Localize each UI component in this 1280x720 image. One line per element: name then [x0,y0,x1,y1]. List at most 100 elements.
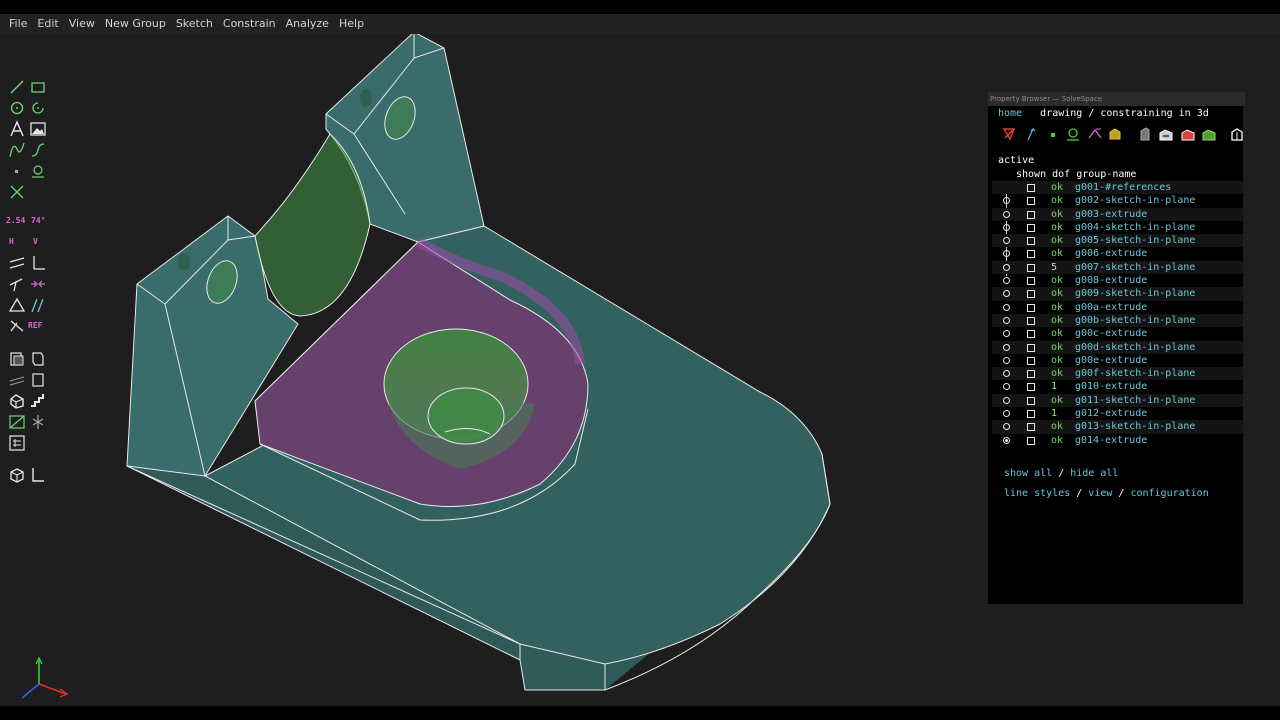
group-row[interactable]: ok g008-extrude [992,274,1243,287]
on-point-icon[interactable] [8,275,26,293]
group-name-link[interactable]: g00d-sketch-in-plane [1075,341,1195,354]
active-group-radio[interactable] [1003,423,1010,431]
group-row[interactable]: ok g002-sketch-in-plane [992,194,1243,207]
active-group-radio[interactable] [1003,210,1010,218]
active-group-radio[interactable] [1003,237,1010,245]
point-icon[interactable] [8,162,26,180]
parallel-icon[interactable] [8,254,26,272]
shown-checkbox[interactable] [1027,316,1035,325]
equal-icon[interactable] [8,296,26,314]
menu-analyze[interactable]: Analyze [281,14,334,34]
show-construction-icon[interactable] [1065,126,1081,142]
show-constraints-icon[interactable] [1087,126,1103,142]
configuration-link[interactable]: configuration [1130,488,1208,499]
group-row[interactable]: ok g00a-extrude [992,301,1243,314]
shown-checkbox[interactable] [1027,277,1035,286]
group-name-link[interactable]: g004-sketch-in-plane [1075,221,1195,234]
workplane-icon[interactable] [29,162,47,180]
show-edges-icon[interactable] [1158,126,1174,142]
active-group-radio[interactable] [1003,383,1010,391]
show-mesh-icon[interactable] [1201,126,1217,142]
active-group-radio[interactable] [1003,343,1010,351]
home-link[interactable]: home [998,108,1022,119]
show-outlines-icon[interactable] [1180,126,1196,142]
image-icon[interactable] [29,120,47,138]
view-link[interactable]: view [1088,488,1112,499]
nearest-iso-icon[interactable] [8,434,26,452]
group-name-link[interactable]: g010-extrude [1075,380,1147,393]
group-name-link[interactable]: g012-extrude [1075,407,1147,420]
shown-checkbox[interactable] [1027,210,1035,219]
symmetric-icon[interactable] [29,275,47,293]
active-group-radio[interactable] [1003,370,1010,378]
step-translate-icon[interactable] [29,392,47,410]
group-row[interactable]: ok g014-extrude [992,434,1243,447]
group-name-link[interactable]: g00c-extrude [1075,327,1147,340]
active-group-radio[interactable] [1003,396,1010,404]
line-icon[interactable] [8,78,26,96]
sweep-icon[interactable] [8,371,26,389]
shown-checkbox[interactable] [1027,303,1035,312]
active-group-radio[interactable] [1003,316,1010,324]
active-group-radio[interactable] [1003,410,1010,418]
group-name-link[interactable]: g00a-extrude [1075,301,1147,314]
group-row[interactable]: 5 g007-sketch-in-plane [992,260,1243,275]
workplane-group-icon[interactable] [8,413,26,431]
group-row[interactable]: ok g011-sketch-in-plane [992,393,1243,408]
text-icon[interactable] [8,120,26,138]
menu-view[interactable]: View [64,14,100,34]
group-name-link[interactable]: g013-sketch-in-plane [1075,420,1195,433]
step-rotate-icon[interactable] [8,392,26,410]
helix-icon[interactable] [29,371,47,389]
rectangle-icon[interactable] [29,78,47,96]
tangent-icon[interactable] [29,296,47,314]
shown-checkbox[interactable] [1027,396,1035,405]
show-hidden-icon[interactable] [1229,126,1245,142]
reference-icon[interactable] [8,317,26,335]
extrude-icon[interactable] [8,350,26,368]
angle-dim-icon[interactable]: 74° [31,212,45,230]
active-group-radio[interactable] [1003,303,1010,311]
show-shaded-icon[interactable] [1137,126,1153,142]
active-group-radio[interactable] [1003,436,1010,444]
circle-icon[interactable] [8,99,26,117]
group-row[interactable]: 1 g010-extrude [992,380,1243,393]
group-name-link[interactable]: g008-extrude [1075,274,1147,287]
group-row[interactable]: ok g004-sketch-in-plane [992,221,1243,234]
show-points-icon[interactable] [1045,126,1061,142]
shown-checkbox[interactable] [1027,356,1035,365]
shown-checkbox[interactable] [1027,370,1035,379]
shown-checkbox[interactable] [1027,197,1035,206]
group-row[interactable]: ok g003-extrude [992,207,1243,221]
shown-checkbox[interactable] [1027,290,1035,299]
group-row[interactable]: ok g00b-sketch-in-plane [992,313,1243,328]
shown-checkbox[interactable] [1027,250,1035,259]
group-row[interactable]: ok g001-#references [992,181,1243,195]
active-group-radio[interactable] [1003,250,1010,258]
menu-help[interactable]: Help [334,14,369,34]
active-group-radio[interactable] [1003,356,1010,364]
group-row[interactable]: 1 g012-extrude [992,407,1243,420]
menu-edit[interactable]: Edit [32,14,63,34]
shown-checkbox[interactable] [1027,410,1035,419]
menu-file[interactable]: File [0,14,32,34]
show-all-link[interactable]: show all [1004,468,1052,479]
perpendicular-icon[interactable] [29,254,47,272]
hide-all-link[interactable]: hide all [1070,468,1118,479]
bezier-icon[interactable] [8,141,26,159]
show-workplanes-icon[interactable] [1001,126,1017,142]
menu-new-group[interactable]: New Group [100,14,171,34]
group-row[interactable]: ok g005-sketch-in-plane [992,234,1243,248]
lathe-icon[interactable] [29,350,47,368]
ref-toggle[interactable]: REF [28,317,42,335]
group-name-link[interactable]: g003-extrude [1075,208,1147,221]
group-row[interactable]: ok g006-extrude [992,247,1243,260]
group-row[interactable]: ok g00c-extrude [992,327,1243,340]
shown-checkbox[interactable] [1027,423,1035,432]
menu-constrain[interactable]: Constrain [218,14,281,34]
show-normals-icon[interactable] [1023,126,1039,142]
menu-sketch[interactable]: Sketch [171,14,218,34]
group-name-link[interactable]: g014-extrude [1075,434,1147,447]
shown-checkbox[interactable] [1027,436,1035,445]
arc-icon[interactable] [29,99,47,117]
